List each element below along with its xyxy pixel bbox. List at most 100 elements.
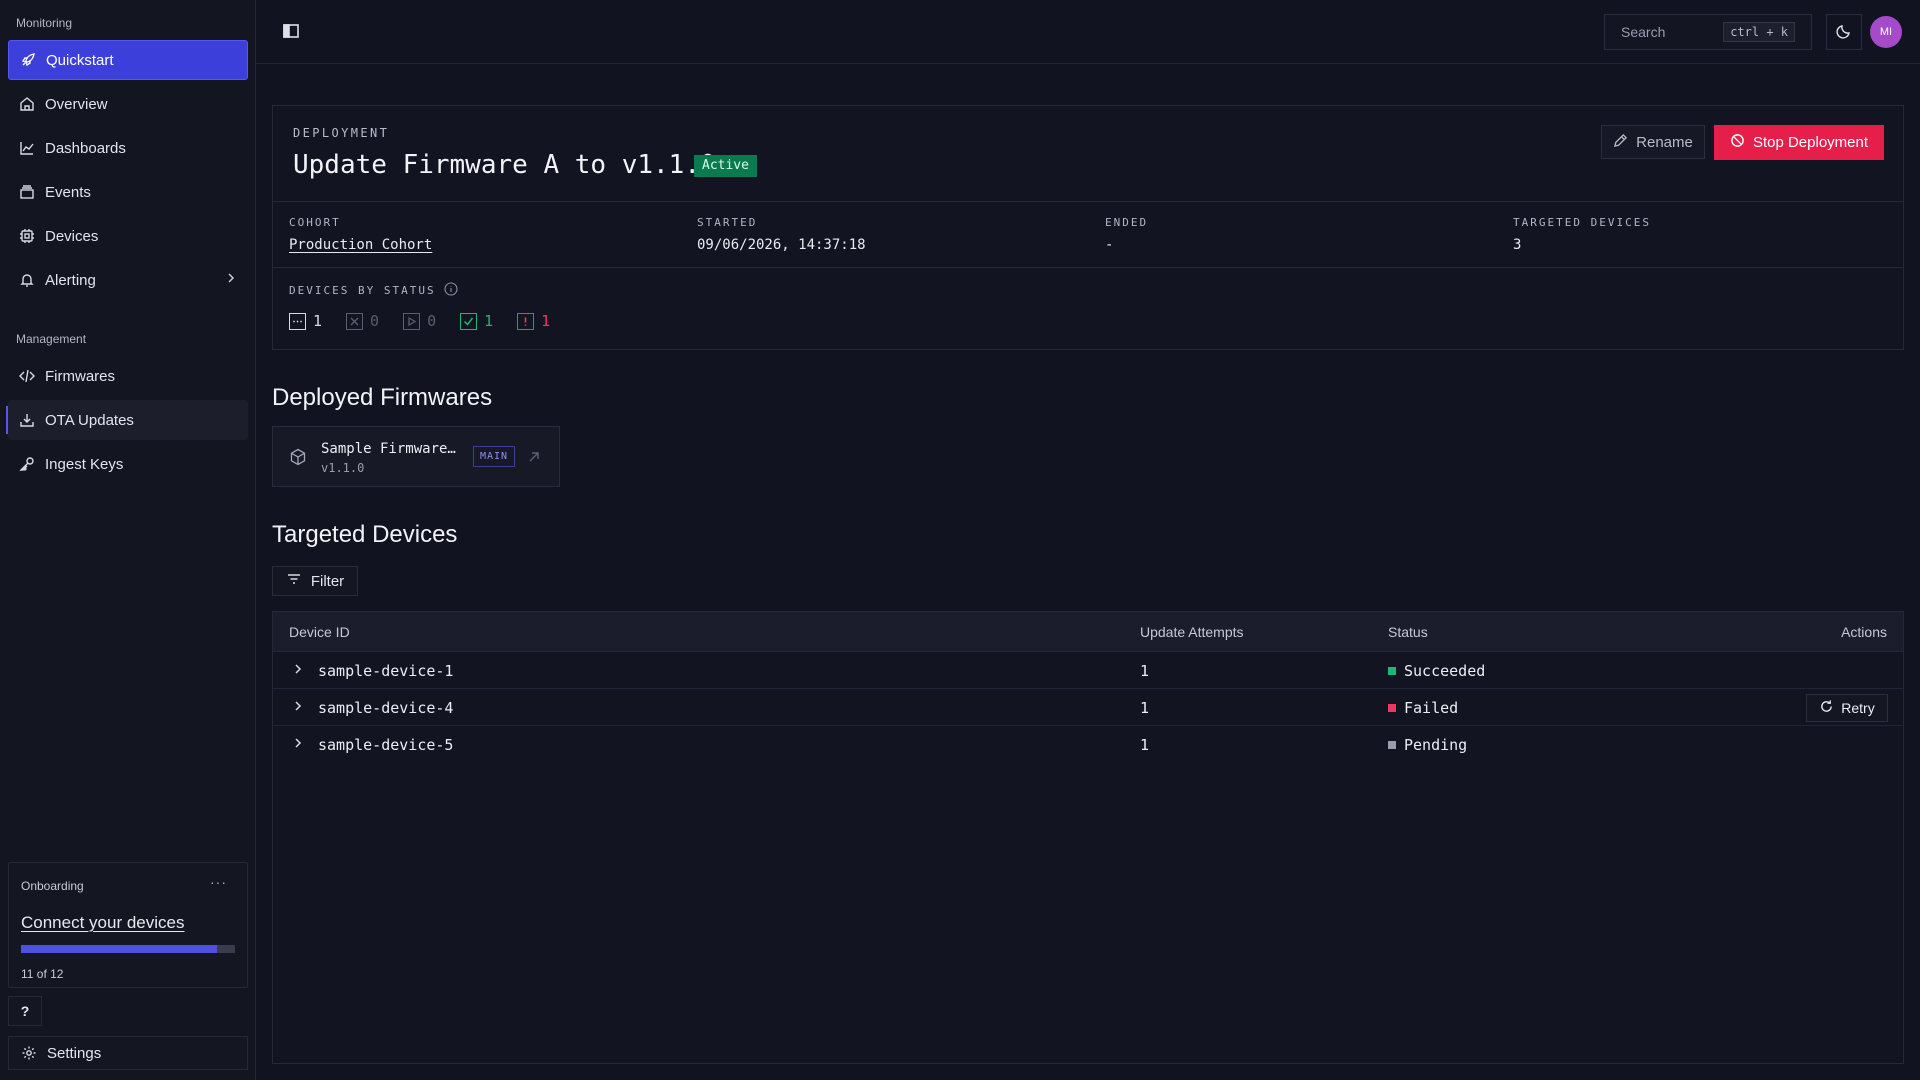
avatar[interactable]: MI <box>1870 16 1902 48</box>
update-attempts: 1 <box>1140 736 1150 754</box>
sidebar-item-label: OTA Updates <box>45 411 134 429</box>
chip-icon <box>18 227 36 245</box>
firmware-tag: MAIN <box>473 446 516 467</box>
download-icon <box>18 411 36 429</box>
bell-icon <box>18 271 36 289</box>
table-header: Device ID Update Attempts Status Actions <box>273 612 1903 652</box>
column-header-actions: Actions <box>1841 624 1887 640</box>
status-count: 0 <box>427 312 437 330</box>
status-cell: Succeeded <box>1388 662 1485 680</box>
settings-label: Settings <box>47 1044 102 1062</box>
play-icon <box>403 312 421 330</box>
cohort-link[interactable]: Production Cohort <box>289 237 432 253</box>
sidebar-item-dashboards[interactable]: Dashboards <box>8 128 248 168</box>
help-button[interactable]: ? <box>8 996 42 1026</box>
status-indicator <box>1388 704 1396 712</box>
code-icon <box>18 367 36 385</box>
sidebar-item-overview[interactable]: Overview <box>8 84 248 124</box>
sidebar-toggle-icon[interactable] <box>282 22 300 43</box>
status-text: Succeeded <box>1404 662 1486 680</box>
table-row[interactable]: sample-device-5 1 Pending <box>273 726 1903 763</box>
package-icon <box>289 448 307 469</box>
rename-button[interactable]: Rename <box>1601 125 1705 159</box>
search-placeholder: Search <box>1621 24 1666 40</box>
chevron-right-icon[interactable] <box>291 662 305 679</box>
update-attempts: 1 <box>1140 662 1150 680</box>
status-cell: Failed <box>1388 699 1458 717</box>
rename-label: Rename <box>1636 133 1693 151</box>
device-id: sample-device-1 <box>318 662 454 680</box>
rocket-icon <box>19 51 37 69</box>
sidebar-item-firmwares[interactable]: Firmwares <box>8 356 248 396</box>
status-count-pending: 1 <box>289 312 322 330</box>
column-header-device-id[interactable]: Device ID <box>289 624 350 640</box>
table-row[interactable]: sample-device-4 1 Failed Retry <box>273 689 1903 726</box>
status-text: Failed <box>1404 699 1459 717</box>
status-count: 1 <box>484 312 494 330</box>
retry-label: Retry <box>1841 700 1875 716</box>
stop-deployment-label: Stop Deployment <box>1752 134 1869 151</box>
stop-deployment-button[interactable]: Stop Deployment <box>1714 125 1884 160</box>
divider <box>273 267 1903 268</box>
pending-icon <box>289 312 306 330</box>
table-row[interactable]: sample-device-1 1 Succeeded <box>273 652 1903 689</box>
chevron-right-icon[interactable] <box>291 736 305 753</box>
stack-icon <box>18 183 36 201</box>
sidebar-item-ota-updates[interactable]: OTA Updates <box>6 400 248 440</box>
more-icon[interactable]: ··· <box>210 874 227 890</box>
sidebar-item-label: Alerting <box>45 271 96 289</box>
status-count-failed: 1 <box>517 312 550 330</box>
sidebar-item-devices[interactable]: Devices <box>8 216 248 256</box>
status-count-in-progress: 0 <box>403 312 436 330</box>
alert-icon <box>517 312 535 330</box>
filter-icon <box>286 571 302 591</box>
deployment-label: DEPLOYMENT <box>293 126 390 140</box>
search-input[interactable]: Search ctrl + k <box>1604 14 1812 50</box>
cancelled-icon <box>346 312 364 330</box>
retry-button[interactable]: Retry <box>1806 694 1888 722</box>
meta-label: COHORT <box>289 216 341 229</box>
sidebar-item-label: Ingest Keys <box>45 455 124 473</box>
meta-value: - <box>1105 237 1114 253</box>
onboarding-link[interactable]: Connect your devices <box>21 913 184 933</box>
device-id: sample-device-4 <box>318 699 454 717</box>
sidebar-item-alerting[interactable]: Alerting <box>8 260 248 300</box>
sidebar-item-label: Firmwares <box>45 367 115 385</box>
meta-label: ENDED <box>1105 216 1149 229</box>
external-link-icon[interactable] <box>526 449 542 468</box>
sidebar: Monitoring Quickstart Overview Dashboard… <box>0 0 256 1080</box>
search-shortcut: ctrl + k <box>1723 22 1795 42</box>
sidebar-item-events[interactable]: Events <box>8 172 248 212</box>
sidebar-item-ingest-keys[interactable]: Ingest Keys <box>8 444 248 484</box>
onboarding-title: Onboarding <box>21 879 84 893</box>
firmware-card[interactable]: Sample Firmware… v1.1.0 MAIN <box>272 426 560 487</box>
theme-toggle-button[interactable] <box>1826 14 1862 50</box>
column-header-update-attempts[interactable]: Update Attempts <box>1140 624 1244 640</box>
settings-button[interactable]: Settings <box>8 1036 248 1070</box>
meta-value: 09/06/2026, 14:37:18 <box>697 237 866 253</box>
devices-by-status-row: 1 0 0 1 1 <box>289 312 550 330</box>
status-count: 1 <box>541 312 551 330</box>
meta-targeted-devices: TARGETED DEVICES 3 <box>1513 216 1651 253</box>
home-icon <box>18 95 36 113</box>
sidebar-item-label: Devices <box>45 227 99 245</box>
column-header-status[interactable]: Status <box>1388 624 1428 640</box>
status-indicator <box>1388 741 1396 749</box>
info-icon[interactable] <box>444 282 458 299</box>
chevron-right-icon[interactable] <box>291 699 305 716</box>
meta-label: STARTED <box>697 216 758 229</box>
status-indicator <box>1388 667 1396 675</box>
topbar: Search ctrl + k MI <box>256 0 1920 64</box>
sidebar-item-label: Events <box>45 183 91 201</box>
deployed-firmwares-heading: Deployed Firmwares <box>272 384 493 411</box>
sidebar-item-label: Dashboards <box>45 139 126 157</box>
update-attempts: 1 <box>1140 699 1150 717</box>
moon-icon <box>1836 23 1852 42</box>
status-count-succeeded: 1 <box>460 312 493 330</box>
gear-icon <box>21 1045 37 1061</box>
filter-button[interactable]: Filter <box>272 566 358 596</box>
deployment-card: DEPLOYMENT Update Firmware A to v1.1.0 A… <box>272 105 1904 350</box>
onboarding-card: Onboarding ··· Connect your devices 11 o… <box>8 862 248 988</box>
sidebar-item-quickstart[interactable]: Quickstart <box>8 40 248 80</box>
onboarding-progress-bar <box>21 945 235 953</box>
